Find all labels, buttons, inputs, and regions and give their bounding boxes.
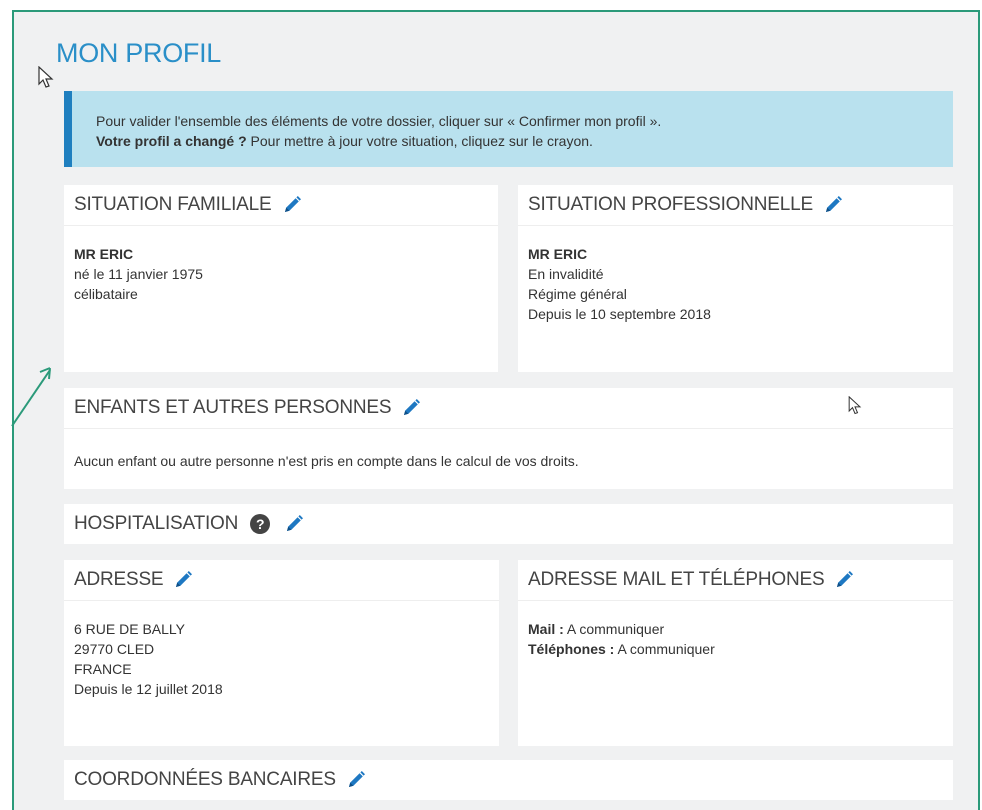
person-name: MR ERIC (74, 246, 134, 262)
mouse-cursor-icon (38, 66, 54, 88)
alert-line-1: Pour valider l'ensemble des éléments de … (96, 113, 662, 129)
callout-arrow (11, 367, 51, 427)
card-situation-professionnelle: SITUATION PROFESSIONNELLE MR ERIC En inv… (518, 185, 953, 372)
phone-label: Téléphones : (528, 641, 615, 657)
mail-label: Mail : (528, 621, 564, 637)
card-adresse: ADRESSE 6 RUE DE BALLY 29770 CLED FRANCE… (64, 560, 499, 746)
card-title: ADRESSE (74, 569, 164, 590)
phone-value: A communiquer (614, 641, 715, 657)
alert-line-2-rest: Pour mettre à jour votre situation, cliq… (246, 133, 593, 149)
card-title: ENFANTS ET AUTRES PERSONNES (74, 397, 392, 418)
pencil-icon[interactable] (284, 514, 304, 534)
card-header: ADRESSE MAIL ET TÉLÉPHONES (518, 560, 953, 601)
enfants-text: Aucun enfant ou autre personne n'est pri… (74, 453, 579, 469)
card-header: ADRESSE (64, 560, 499, 601)
page-title: MON PROFIL (56, 38, 222, 68)
card-title: HOSPITALISATION (74, 513, 239, 534)
pencil-icon[interactable] (282, 195, 302, 215)
card-header: SITUATION FAMILIALE (64, 185, 498, 226)
card-enfants: ENFANTS ET AUTRES PERSONNES Aucun enfant… (64, 388, 953, 489)
person-name: MR ERIC (528, 246, 588, 262)
card-title: SITUATION FAMILIALE (74, 194, 272, 215)
pro-since: Depuis le 10 septembre 2018 (528, 306, 711, 322)
card-title: SITUATION PROFESSIONNELLE (528, 194, 813, 215)
pencil-icon[interactable] (823, 195, 843, 215)
card-situation-familiale: SITUATION FAMILIALE MR ERIC né le 11 jan… (64, 185, 498, 372)
mouse-cursor-icon (848, 396, 862, 415)
marital-status: célibataire (74, 286, 138, 302)
pro-status: En invalidité (528, 266, 604, 282)
card-contact: ADRESSE MAIL ET TÉLÉPHONES Mail : A comm… (518, 560, 953, 746)
card-header: ENFANTS ET AUTRES PERSONNES (64, 388, 953, 429)
card-body: MR ERIC En invalidité Régime général Dep… (518, 226, 953, 324)
help-icon[interactable]: ? (250, 514, 271, 534)
card-header: HOSPITALISATION ? (64, 504, 953, 544)
card-header: SITUATION PROFESSIONNELLE (518, 185, 953, 226)
card-body: Mail : A communiquer Téléphones : A comm… (518, 601, 953, 659)
address-since: Depuis le 12 juillet 2018 (74, 681, 223, 697)
pencil-icon[interactable] (173, 570, 193, 590)
pencil-icon[interactable] (401, 398, 421, 418)
card-body: MR ERIC né le 11 janvier 1975 célibatair… (64, 226, 498, 304)
pencil-icon[interactable] (346, 770, 366, 790)
card-title: ADRESSE MAIL ET TÉLÉPHONES (528, 569, 825, 590)
info-alert: Pour valider l'ensemble des éléments de … (64, 91, 953, 167)
alert-line-2: Votre profil a changé ? Pour mettre à jo… (96, 131, 953, 151)
contact-mail: Mail : A communiquer (528, 619, 943, 639)
pencil-icon[interactable] (834, 570, 854, 590)
pro-regime: Régime général (528, 286, 627, 302)
address-country: FRANCE (74, 661, 132, 677)
alert-line-2-bold: Votre profil a changé ? (96, 133, 247, 149)
card-body: 6 RUE DE BALLY 29770 CLED FRANCE Depuis … (64, 601, 499, 699)
card-body: Aucun enfant ou autre personne n'est pri… (64, 429, 953, 471)
contact-phone: Téléphones : A communiquer (528, 639, 943, 659)
address-street: 6 RUE DE BALLY (74, 621, 186, 637)
mail-value: A communiquer (563, 621, 665, 637)
birth-date: né le 11 janvier 1975 (74, 266, 203, 282)
card-header: COORDONNÉES BANCAIRES (64, 760, 953, 800)
address-city: 29770 CLED (74, 641, 155, 657)
card-hospitalisation: HOSPITALISATION ? (64, 504, 953, 544)
card-coordonnees-bancaires: COORDONNÉES BANCAIRES (64, 760, 953, 800)
card-title: COORDONNÉES BANCAIRES (74, 769, 336, 790)
